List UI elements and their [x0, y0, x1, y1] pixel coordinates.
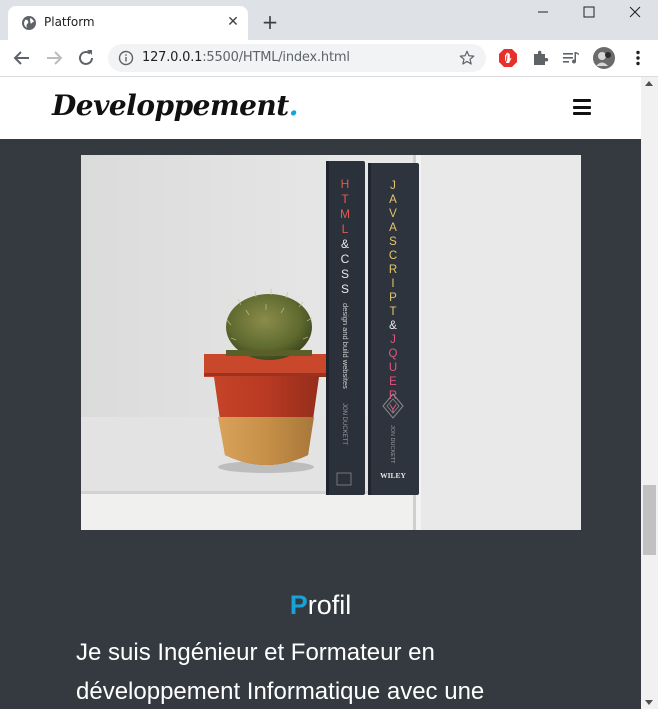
svg-text:T: T	[341, 192, 349, 206]
hero-image: H T M L & C S S design and build website…	[81, 155, 581, 530]
svg-text:L: L	[342, 222, 349, 236]
svg-text:J: J	[390, 180, 396, 192]
svg-text:R: R	[389, 264, 397, 276]
maximize-icon[interactable]	[566, 0, 612, 26]
svg-text:&: &	[389, 320, 397, 332]
globe-icon	[22, 16, 36, 30]
svg-text:A: A	[389, 222, 397, 234]
window-close-icon[interactable]	[612, 0, 658, 26]
svg-text:P: P	[389, 292, 397, 304]
svg-text:U: U	[389, 362, 397, 374]
minimize-icon[interactable]	[520, 0, 566, 26]
site-navbar: Developpement.	[0, 77, 641, 139]
browser-toolbar: 127.0.0.1:5500/HTML/index.html	[0, 40, 658, 77]
media-icon[interactable]	[561, 48, 581, 68]
scroll-thumb[interactable]	[643, 485, 656, 555]
scroll-up-icon[interactable]	[645, 81, 653, 86]
svg-text:S: S	[389, 236, 397, 248]
svg-text:I: I	[391, 278, 394, 290]
svg-text:M: M	[340, 207, 350, 221]
url-text: 127.0.0.1:5500/HTML/index.html	[142, 50, 350, 65]
brand-dot: .	[288, 89, 299, 122]
url-path: :5500/HTML/index.html	[202, 50, 350, 65]
profile-heading-rest: rofil	[307, 590, 352, 620]
page-viewport: Developpement. H T M L & C S S design an…	[0, 77, 641, 709]
svg-text:S: S	[341, 267, 349, 281]
svg-text:H: H	[341, 177, 350, 191]
close-icon[interactable]: ✕	[224, 13, 242, 31]
book2-author: JON DUCKETT	[389, 425, 395, 464]
book1-author: JON DUCKETT	[341, 403, 347, 445]
info-icon[interactable]	[118, 50, 134, 66]
book1-subtitle: design and build websites	[341, 303, 350, 389]
reload-icon[interactable]	[74, 46, 98, 70]
svg-text:A: A	[389, 194, 397, 206]
svg-text:S: S	[341, 282, 349, 296]
svg-text:J: J	[390, 334, 396, 346]
svg-text:T: T	[389, 306, 396, 318]
profile-description: Je suis Ingénieur et Formateur en dévelo…	[76, 639, 485, 705]
profile-heading-initial: P	[289, 590, 308, 620]
svg-text:R: R	[389, 390, 397, 402]
adblock-icon[interactable]	[498, 48, 518, 68]
svg-text:Q: Q	[389, 348, 398, 360]
star-icon[interactable]	[458, 49, 476, 67]
svg-text:&: &	[341, 237, 349, 251]
brand-name: Developpement	[52, 89, 289, 122]
tab-title: Platform	[44, 15, 95, 29]
hamburger-menu-icon[interactable]	[573, 99, 591, 115]
address-bar[interactable]: 127.0.0.1:5500/HTML/index.html	[108, 44, 486, 72]
svg-text:C: C	[389, 250, 397, 262]
url-host: 127.0.0.1	[142, 50, 203, 65]
browser-tab[interactable]: Platform ✕	[8, 6, 248, 40]
svg-text:E: E	[389, 376, 397, 388]
forward-icon[interactable]	[42, 46, 66, 70]
scroll-down-icon[interactable]	[645, 700, 653, 705]
new-tab-button[interactable]: +	[258, 10, 282, 34]
back-icon[interactable]	[10, 46, 34, 70]
book2-publisher: WILEY	[380, 471, 406, 480]
kebab-menu-icon[interactable]	[628, 48, 648, 68]
svg-text:C: C	[341, 252, 350, 266]
profile-avatar[interactable]	[593, 47, 615, 69]
profile-heading: Profil	[0, 590, 641, 621]
svg-text:V: V	[389, 208, 397, 220]
browser-tab-strip: Platform ✕ +	[0, 0, 658, 40]
extensions-icon[interactable]	[530, 48, 550, 68]
vertical-scrollbar[interactable]	[641, 77, 658, 709]
brand-logo[interactable]: Developpement.	[52, 89, 298, 122]
